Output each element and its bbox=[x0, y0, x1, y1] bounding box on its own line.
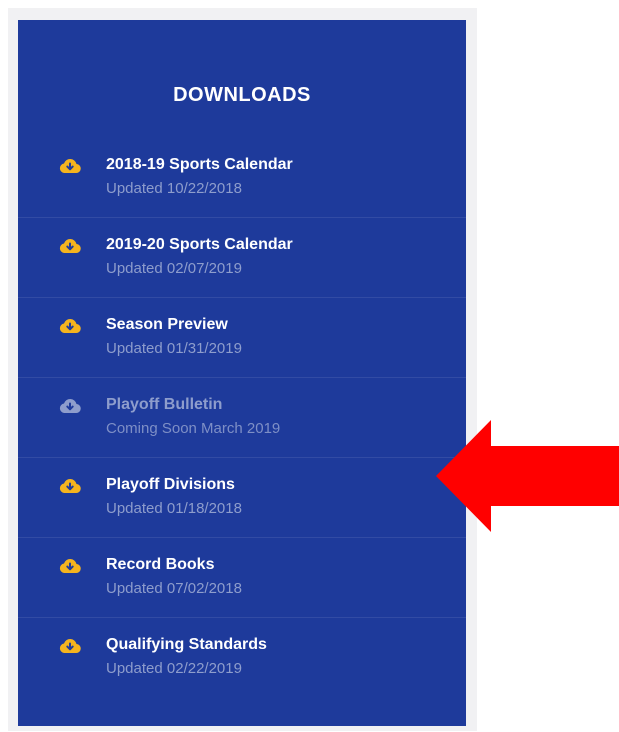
download-item-playoff-bulletin: Playoff Bulletin Coming Soon March 2019 bbox=[18, 378, 466, 458]
download-item-2018-19-sports-calendar[interactable]: 2018-19 Sports Calendar Updated 10/22/20… bbox=[18, 138, 466, 218]
downloads-panel: DOWNLOADS 2018-19 Sports Calendar Update… bbox=[18, 20, 466, 726]
download-status: Updated 02/07/2019 bbox=[106, 260, 242, 277]
cloud-download-icon bbox=[59, 399, 81, 414]
cloud-download-icon bbox=[59, 319, 81, 334]
download-name: Playoff Bulletin bbox=[106, 396, 223, 413]
download-item-playoff-divisions[interactable]: Playoff Divisions Updated 01/18/2018 bbox=[18, 458, 466, 538]
download-name[interactable]: Qualifying Standards bbox=[106, 635, 267, 655]
cloud-download-icon bbox=[59, 559, 81, 574]
download-name[interactable]: Playoff Divisions bbox=[106, 475, 242, 495]
download-item-season-preview[interactable]: Season Preview Updated 01/31/2019 bbox=[18, 298, 466, 378]
download-status: Coming Soon March 2019 bbox=[106, 420, 281, 437]
download-item-record-books[interactable]: Record Books Updated 07/02/2018 bbox=[18, 538, 466, 618]
download-status: Updated 02/22/2019 bbox=[106, 660, 242, 677]
download-name[interactable]: Season Preview bbox=[106, 315, 242, 335]
left-arrow-icon bbox=[436, 420, 619, 532]
download-status: Updated 01/31/2019 bbox=[106, 340, 242, 357]
panel-title: DOWNLOADS bbox=[173, 84, 311, 106]
download-item-2019-20-sports-calendar[interactable]: 2019-20 Sports Calendar Updated 02/07/20… bbox=[18, 218, 466, 298]
cloud-download-icon bbox=[59, 159, 81, 174]
downloads-list: 2018-19 Sports Calendar Updated 10/22/20… bbox=[18, 138, 466, 698]
download-name[interactable]: 2019-20 Sports Calendar bbox=[106, 235, 293, 255]
cloud-download-icon bbox=[59, 479, 81, 494]
download-name[interactable]: 2018-19 Sports Calendar bbox=[106, 155, 293, 175]
download-status: Updated 10/22/2018 bbox=[106, 180, 242, 197]
download-name[interactable]: Record Books bbox=[106, 555, 242, 575]
cloud-download-icon bbox=[59, 239, 81, 254]
download-item-qualifying-standards[interactable]: Qualifying Standards Updated 02/22/2019 bbox=[18, 618, 466, 698]
download-status: Updated 07/02/2018 bbox=[106, 580, 242, 597]
cloud-download-icon bbox=[59, 639, 81, 654]
download-status: Updated 01/18/2018 bbox=[106, 500, 242, 517]
